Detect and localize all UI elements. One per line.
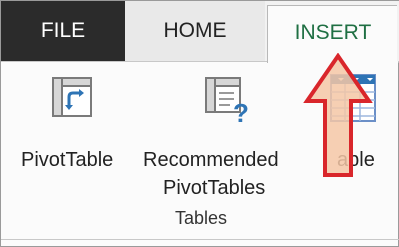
pivottable-label: PivotTable (21, 149, 114, 171)
excel-ribbon: FILE HOME INSERT PivotTable ? Recommende… (0, 0, 399, 247)
ribbon-divider (1, 61, 267, 62)
tab-file[interactable]: FILE (1, 1, 125, 61)
recommended-label-line1: Recommended (143, 149, 279, 171)
tab-home[interactable]: HOME (125, 1, 265, 61)
ribbon-tab-bar: FILE HOME INSERT (1, 1, 399, 63)
ribbon-bottom-border (1, 239, 399, 240)
tables-group-label: Tables (174, 208, 228, 228)
pivottable-button[interactable]: PivotTable (17, 69, 127, 189)
recommended-pivottables-icon: ? (205, 77, 249, 125)
svg-text:?: ? (233, 98, 249, 125)
recommended-pivottables-button[interactable]: ? Recommended PivotTables (143, 69, 313, 205)
up-arrow-callout-icon (303, 53, 373, 177)
recommended-label-line2: PivotTables (163, 177, 266, 199)
pivot-table-icon (52, 77, 92, 117)
